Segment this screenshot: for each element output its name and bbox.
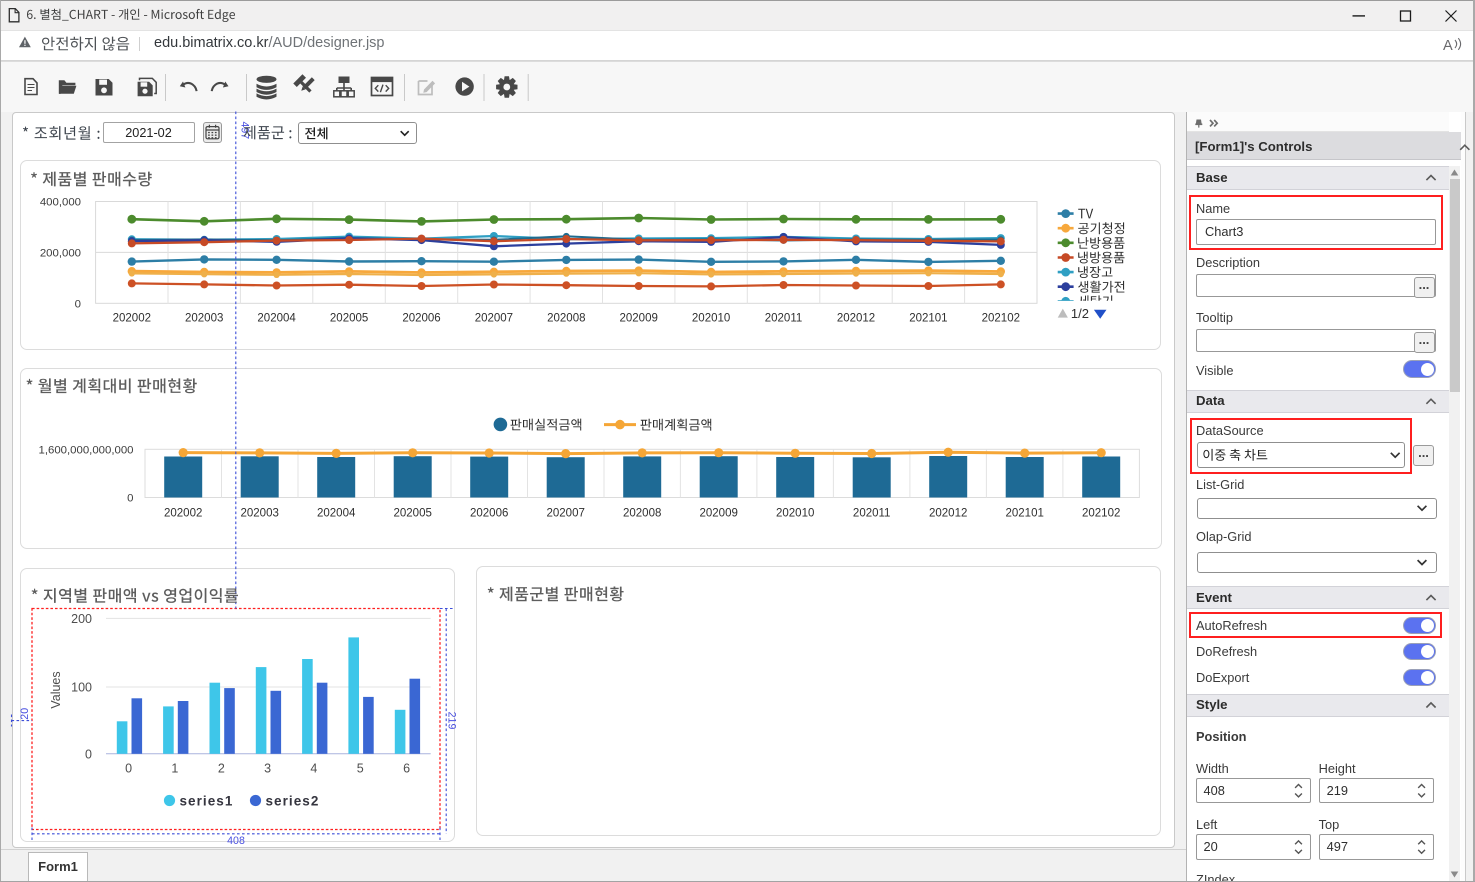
svg-text:202002: 202002 — [164, 507, 202, 519]
svg-text:1/2: 1/2 — [1071, 306, 1089, 321]
svg-text:202101: 202101 — [1006, 507, 1044, 519]
svg-text:0: 0 — [85, 747, 92, 761]
svg-text:202012: 202012 — [837, 312, 875, 324]
svg-text:202007: 202007 — [547, 507, 585, 519]
svg-text:202011: 202011 — [765, 312, 803, 324]
svg-text:2: 2 — [218, 762, 225, 776]
svg-text:4: 4 — [310, 762, 317, 776]
svg-text:6: 6 — [403, 762, 410, 776]
svg-text:202002: 202002 — [113, 312, 151, 324]
svg-text:3: 3 — [264, 762, 271, 776]
svg-text:202005: 202005 — [330, 312, 368, 324]
svg-text:100: 100 — [71, 681, 92, 695]
svg-text:A: A — [1443, 38, 1453, 54]
svg-text:202003: 202003 — [241, 507, 279, 519]
svg-text:202101: 202101 — [909, 312, 947, 324]
svg-text:202004: 202004 — [317, 507, 356, 519]
svg-text:200,000: 200,000 — [40, 247, 81, 259]
svg-text:202102: 202102 — [982, 312, 1020, 324]
svg-text:202102: 202102 — [1082, 507, 1120, 519]
svg-text:202008: 202008 — [547, 312, 585, 324]
svg-text:202007: 202007 — [475, 312, 513, 324]
svg-text:0: 0 — [75, 298, 81, 310]
svg-text:1: 1 — [171, 762, 178, 776]
svg-text:202005: 202005 — [394, 507, 432, 519]
svg-text:200: 200 — [71, 612, 92, 626]
svg-text:202008: 202008 — [623, 507, 661, 519]
svg-text:400,000: 400,000 — [40, 197, 81, 209]
svg-text:202009: 202009 — [700, 507, 738, 519]
svg-text:497: 497 — [239, 121, 251, 139]
svg-text:202006: 202006 — [470, 507, 508, 519]
svg-text:series2: series2 — [266, 794, 320, 809]
svg-text:20: 20 — [19, 708, 31, 720]
svg-text:202004: 202004 — [257, 312, 296, 324]
svg-text:0: 0 — [127, 492, 133, 504]
svg-text:202010: 202010 — [776, 507, 814, 519]
svg-text:202009: 202009 — [620, 312, 658, 324]
svg-text:series1: series1 — [180, 794, 234, 809]
svg-text:202006: 202006 — [402, 312, 440, 324]
svg-text:202003: 202003 — [185, 312, 223, 324]
svg-text:219: 219 — [446, 712, 458, 730]
svg-text:202012: 202012 — [929, 507, 967, 519]
svg-text:202011: 202011 — [853, 507, 891, 519]
svg-text:5: 5 — [357, 762, 364, 776]
svg-text:0: 0 — [125, 762, 132, 776]
svg-text:408: 408 — [227, 835, 245, 847]
svg-text:Values: Values — [49, 671, 63, 708]
svg-text:1,600,000,000,000: 1,600,000,000,000 — [38, 444, 133, 456]
svg-text:202010: 202010 — [692, 312, 730, 324]
